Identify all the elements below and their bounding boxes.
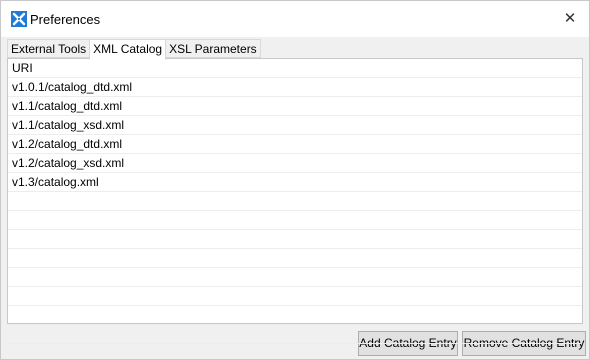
empty-row[interactable] <box>8 211 582 230</box>
catalog-entry[interactable]: v1.0.1/catalog_dtd.xml <box>8 78 582 97</box>
catalog-entry[interactable]: v1.2/catalog_xsd.xml <box>8 154 582 173</box>
preferences-window: Preferences ✕ External Tools XML Catalog… <box>0 0 590 360</box>
close-button[interactable]: ✕ <box>557 7 583 31</box>
catalog-entry[interactable]: v1.2/catalog_dtd.xml <box>8 135 582 154</box>
dialog-body: External Tools XML Catalog XSL Parameter… <box>1 37 589 359</box>
catalog-entry[interactable]: v1.3/catalog.xml <box>8 173 582 192</box>
empty-row[interactable] <box>8 192 582 211</box>
empty-row[interactable] <box>8 287 582 306</box>
column-header-uri[interactable]: URI <box>8 59 582 78</box>
empty-row[interactable] <box>8 230 582 249</box>
empty-row[interactable] <box>8 249 582 268</box>
empty-row[interactable] <box>8 306 582 325</box>
tab-bar: External Tools XML Catalog XSL Parameter… <box>7 39 261 60</box>
tab-xml-catalog[interactable]: XML Catalog <box>90 39 167 60</box>
empty-row[interactable] <box>8 325 582 344</box>
empty-row[interactable] <box>8 268 582 287</box>
window-title: Preferences <box>30 12 101 27</box>
catalog-entry[interactable]: v1.1/catalog_dtd.xml <box>8 97 582 116</box>
catalog-panel: URI v1.0.1/catalog_dtd.xml v1.1/catalog_… <box>7 58 583 344</box>
catalog-list[interactable]: URI v1.0.1/catalog_dtd.xml v1.1/catalog_… <box>8 59 582 344</box>
tab-xsl-parameters[interactable]: XSL Parameters <box>166 39 261 58</box>
close-icon: ✕ <box>563 10 577 27</box>
app-icon <box>11 11 27 27</box>
title-bar[interactable]: Preferences ✕ <box>1 1 589 37</box>
catalog-entry[interactable]: v1.1/catalog_xsd.xml <box>8 116 582 135</box>
tab-external-tools[interactable]: External Tools <box>7 39 91 58</box>
